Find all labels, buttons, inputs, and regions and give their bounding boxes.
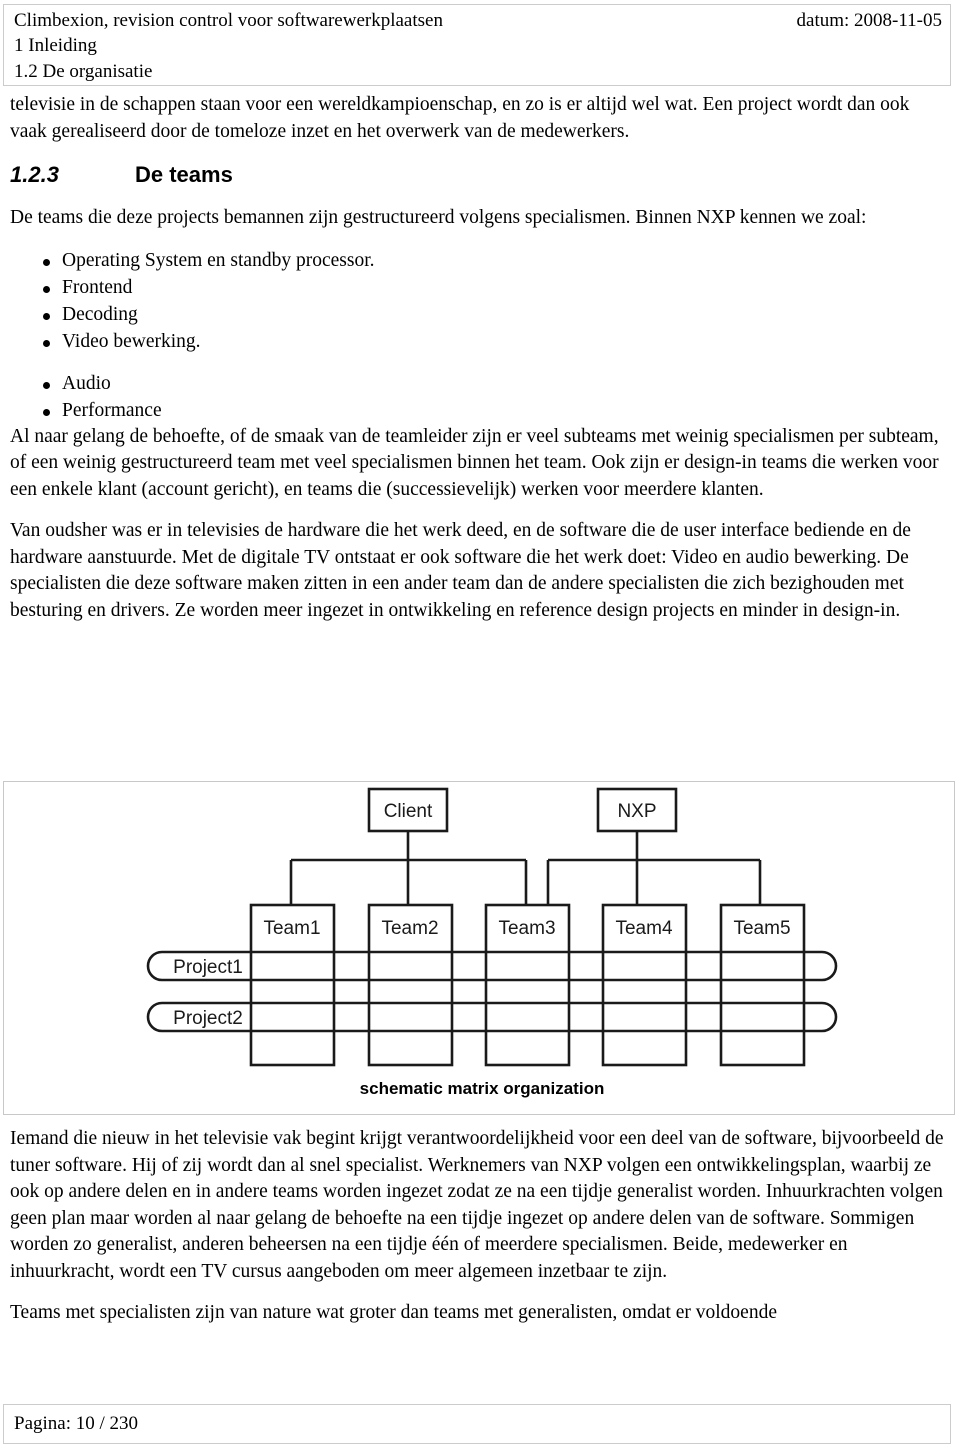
paragraph-intro: televisie in de schappen staan voor een …	[10, 94, 910, 142]
paragraph-5: Teams met specialisten zijn van nature w…	[10, 1302, 777, 1323]
figure-matrix-organization: Client NXP Team1 Team2 Team3 Team4 Team5…	[3, 781, 955, 1115]
document-header: Climbexion, revision control voor softwa…	[3, 4, 951, 86]
section-heading-text: De teams	[135, 162, 233, 187]
document-date: datum: 2008-11-05	[796, 10, 942, 31]
section-heading-number: 1.2.3	[10, 162, 59, 187]
page-number-label: Pagina: 10 / 230	[14, 1413, 139, 1434]
list-item: Decoding	[10, 301, 950, 328]
matrix-organization-diagram: Client NXP Team1 Team2 Team3 Team4 Team5…	[146, 787, 838, 1098]
list-item: Audio	[10, 370, 950, 397]
section-heading: 1.2.3 De teams	[10, 160, 950, 190]
header-section: 1.2 De organisatie	[14, 61, 153, 82]
label-nxp: NXP	[617, 801, 656, 822]
paragraph-list-intro: De teams die deze projects bemannen zijn…	[10, 207, 867, 228]
list-item: Operating System en standby processor.	[10, 247, 950, 274]
list-item: Frontend	[10, 274, 950, 301]
paragraph-2: Al naar gelang de behoefte, of de smaak …	[10, 425, 939, 500]
list-item: Performance	[10, 397, 950, 424]
figure-caption: schematic matrix organization	[360, 1079, 605, 1098]
label-team5: Team5	[733, 918, 790, 939]
label-project1: Project1	[173, 957, 243, 978]
label-team4: Team4	[615, 918, 672, 939]
label-client: Client	[384, 801, 433, 822]
label-team2: Team2	[381, 918, 438, 939]
label-team1: Team1	[263, 918, 320, 939]
document-title: Climbexion, revision control voor softwa…	[14, 10, 443, 31]
label-project2: Project2	[173, 1008, 243, 1029]
paragraph-3: Van oudsher was er in televisies de hard…	[10, 520, 911, 621]
specialisms-list: Operating System en standby processor. F…	[10, 247, 950, 424]
document-body-continued: Iemand die nieuw in het televisie vak be…	[10, 1126, 950, 1327]
header-chapter: 1 Inleiding	[14, 35, 97, 56]
header-top-row: Climbexion, revision control voor softwa…	[14, 8, 942, 33]
paragraph-4: Iemand die nieuw in het televisie vak be…	[10, 1128, 944, 1282]
document-body: televisie in de schappen staan voor een …	[10, 92, 950, 624]
label-team3: Team3	[498, 918, 555, 939]
list-item: Video bewerking.	[10, 328, 950, 355]
document-footer: Pagina: 10 / 230	[3, 1404, 951, 1444]
